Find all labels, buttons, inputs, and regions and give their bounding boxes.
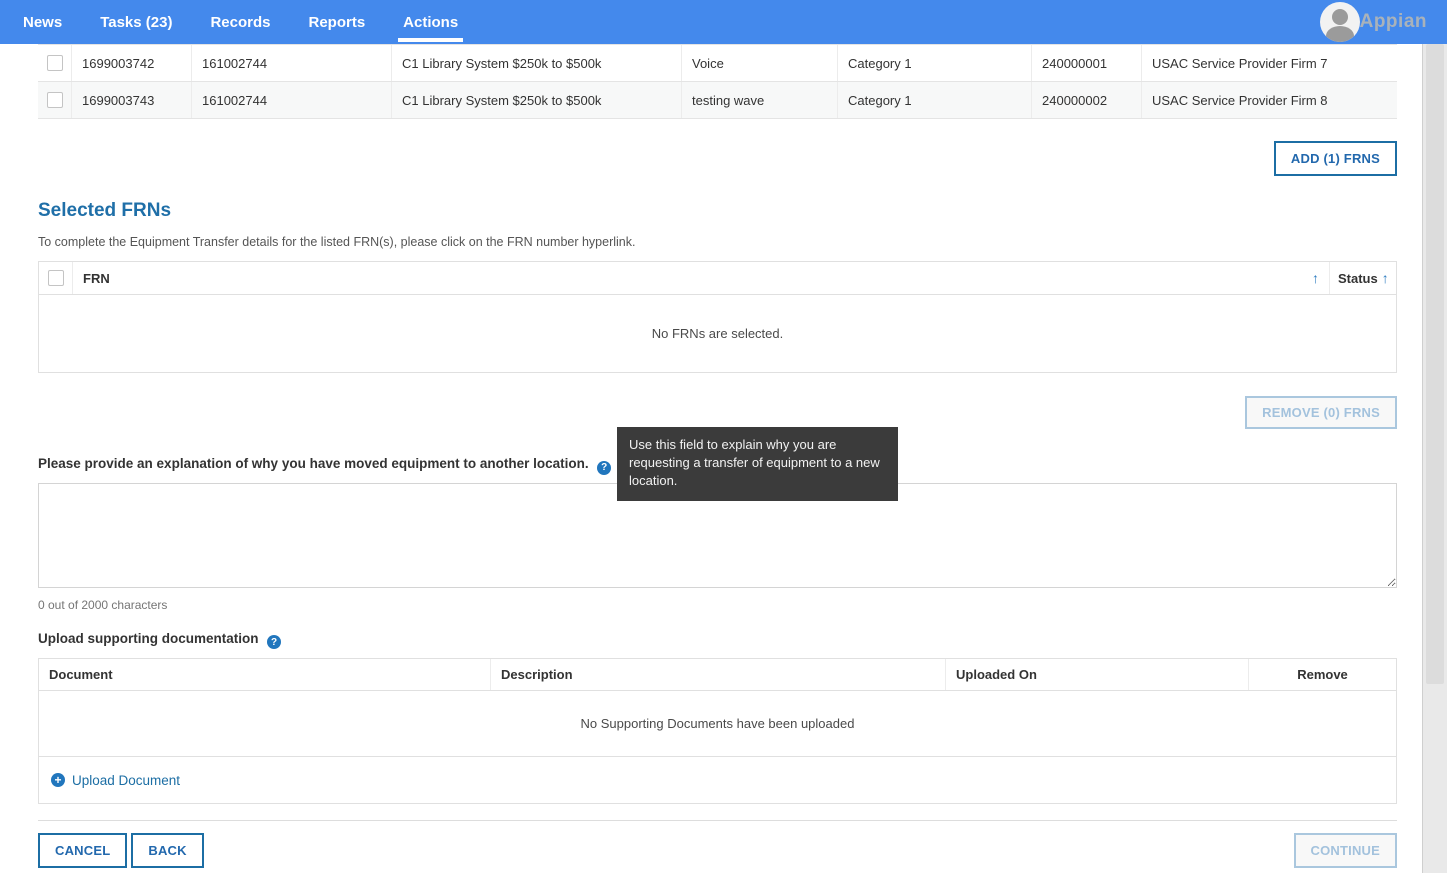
cancel-button[interactable]: CANCEL <box>38 833 128 868</box>
scrollbar-thumb[interactable] <box>1426 44 1444 684</box>
selected-frns-title: Selected FRNs <box>38 200 172 221</box>
ben-cell: 161002744 <box>192 45 392 81</box>
select-all-checkbox[interactable] <box>47 270 64 286</box>
category-cell: Category 1 <box>838 82 1032 118</box>
selected-frns-table-header: FRN ↑ Status ↑ <box>39 262 1396 295</box>
row-checkbox[interactable] <box>46 55 63 71</box>
explanation-label: Please provide an explanation of why you… <box>38 456 589 471</box>
documents-table-header: Document Description Uploaded On Remove <box>39 659 1396 691</box>
frn-number-cell: 1699003742 <box>72 45 192 81</box>
continue-button[interactable]: CONTINUE <box>1293 833 1397 868</box>
upload-documentation-label: Upload supporting documentation <box>38 630 259 646</box>
help-icon[interactable]: ? <box>267 635 282 649</box>
upload-document-link[interactable]: + Upload Document <box>51 773 180 788</box>
nav-tab-news[interactable]: News <box>8 0 77 44</box>
uploaded-on-column-header: Uploaded On <box>946 659 1249 690</box>
upload-document-label: Upload Document <box>72 772 181 788</box>
entity-name-cell: C1 Library System $250k to $500k <box>392 82 682 118</box>
documents-table: Document Description Uploaded On Remove … <box>38 658 1397 804</box>
remove-column-header: Remove <box>1297 667 1348 682</box>
sort-ascending-icon[interactable]: ↑ <box>1312 270 1319 286</box>
upload-section-label-row: Upload supporting documentation ? <box>38 630 1397 649</box>
entity-name-cell: C1 Library System $250k to $500k <box>392 45 682 81</box>
app-number-cell: 240000002 <box>1032 82 1142 118</box>
avatar-silhouette-icon <box>1326 26 1354 42</box>
avatar-silhouette-icon <box>1332 9 1348 25</box>
table-row: 1699003742 161002744 C1 Library System $… <box>38 45 1397 82</box>
no-documents-message: No Supporting Documents have been upload… <box>39 691 1396 757</box>
add-frns-button[interactable]: ADD (1) FRNS <box>1273 141 1397 176</box>
explanation-section: Please provide an explanation of why you… <box>38 427 1397 612</box>
description-column-header: Description <box>491 659 946 690</box>
top-navigation-bar: News Tasks (23) Records Reports Actions … <box>0 0 1447 44</box>
frn-pool-table: 1699003742 161002744 C1 Library System $… <box>38 44 1397 119</box>
nav-tab-reports[interactable]: Reports <box>293 0 380 44</box>
help-tooltip: Use this field to explain why you are re… <box>617 427 898 501</box>
footer-divider <box>38 820 1397 821</box>
document-column-header: Document <box>39 659 491 690</box>
service-type-cell: Voice <box>682 45 838 81</box>
selected-frns-table: FRN ↑ Status ↑ No FRNs are selected. <box>38 261 1397 373</box>
service-type-cell: testing wave <box>682 82 838 118</box>
status-column-header[interactable]: Status <box>1338 271 1378 286</box>
appian-logo: Appian <box>1359 11 1427 32</box>
help-icon[interactable]: ? <box>597 460 612 475</box>
row-checkbox[interactable] <box>46 92 63 108</box>
table-row: 1699003743 161002744 C1 Library System $… <box>38 82 1397 119</box>
app-number-cell: 240000001 <box>1032 45 1142 81</box>
character-counter: 0 out of 2000 characters <box>38 597 168 612</box>
ben-cell: 161002744 <box>192 82 392 118</box>
nav-tab-records[interactable]: Records <box>195 0 285 44</box>
nav-tab-actions[interactable]: Actions <box>388 0 473 44</box>
vertical-scrollbar[interactable] <box>1422 44 1447 873</box>
footer-actions: CANCEL BACK CONTINUE <box>38 833 1397 868</box>
user-avatar[interactable] <box>1320 2 1360 42</box>
upload-document-row: + Upload Document <box>39 757 1396 803</box>
frn-column-header[interactable]: FRN <box>83 271 110 286</box>
back-button[interactable]: BACK <box>131 833 204 868</box>
frn-number-cell: 1699003743 <box>72 82 192 118</box>
remove-frns-button[interactable]: REMOVE (0) FRNS <box>1245 396 1397 429</box>
plus-circle-icon: + <box>51 773 65 787</box>
service-provider-cell: USAC Service Provider Firm 8 <box>1152 92 1328 108</box>
no-frns-selected-message: No FRNs are selected. <box>651 326 784 341</box>
sort-ascending-icon[interactable]: ↑ <box>1382 270 1389 286</box>
category-cell: Category 1 <box>838 45 1032 81</box>
nav-tab-tasks[interactable]: Tasks (23) <box>85 0 187 44</box>
page-content: 1699003742 161002744 C1 Library System $… <box>38 44 1397 868</box>
service-provider-cell: USAC Service Provider Firm 7 <box>1152 55 1328 71</box>
selected-frns-instructions: To complete the Equipment Transfer detai… <box>38 235 636 249</box>
